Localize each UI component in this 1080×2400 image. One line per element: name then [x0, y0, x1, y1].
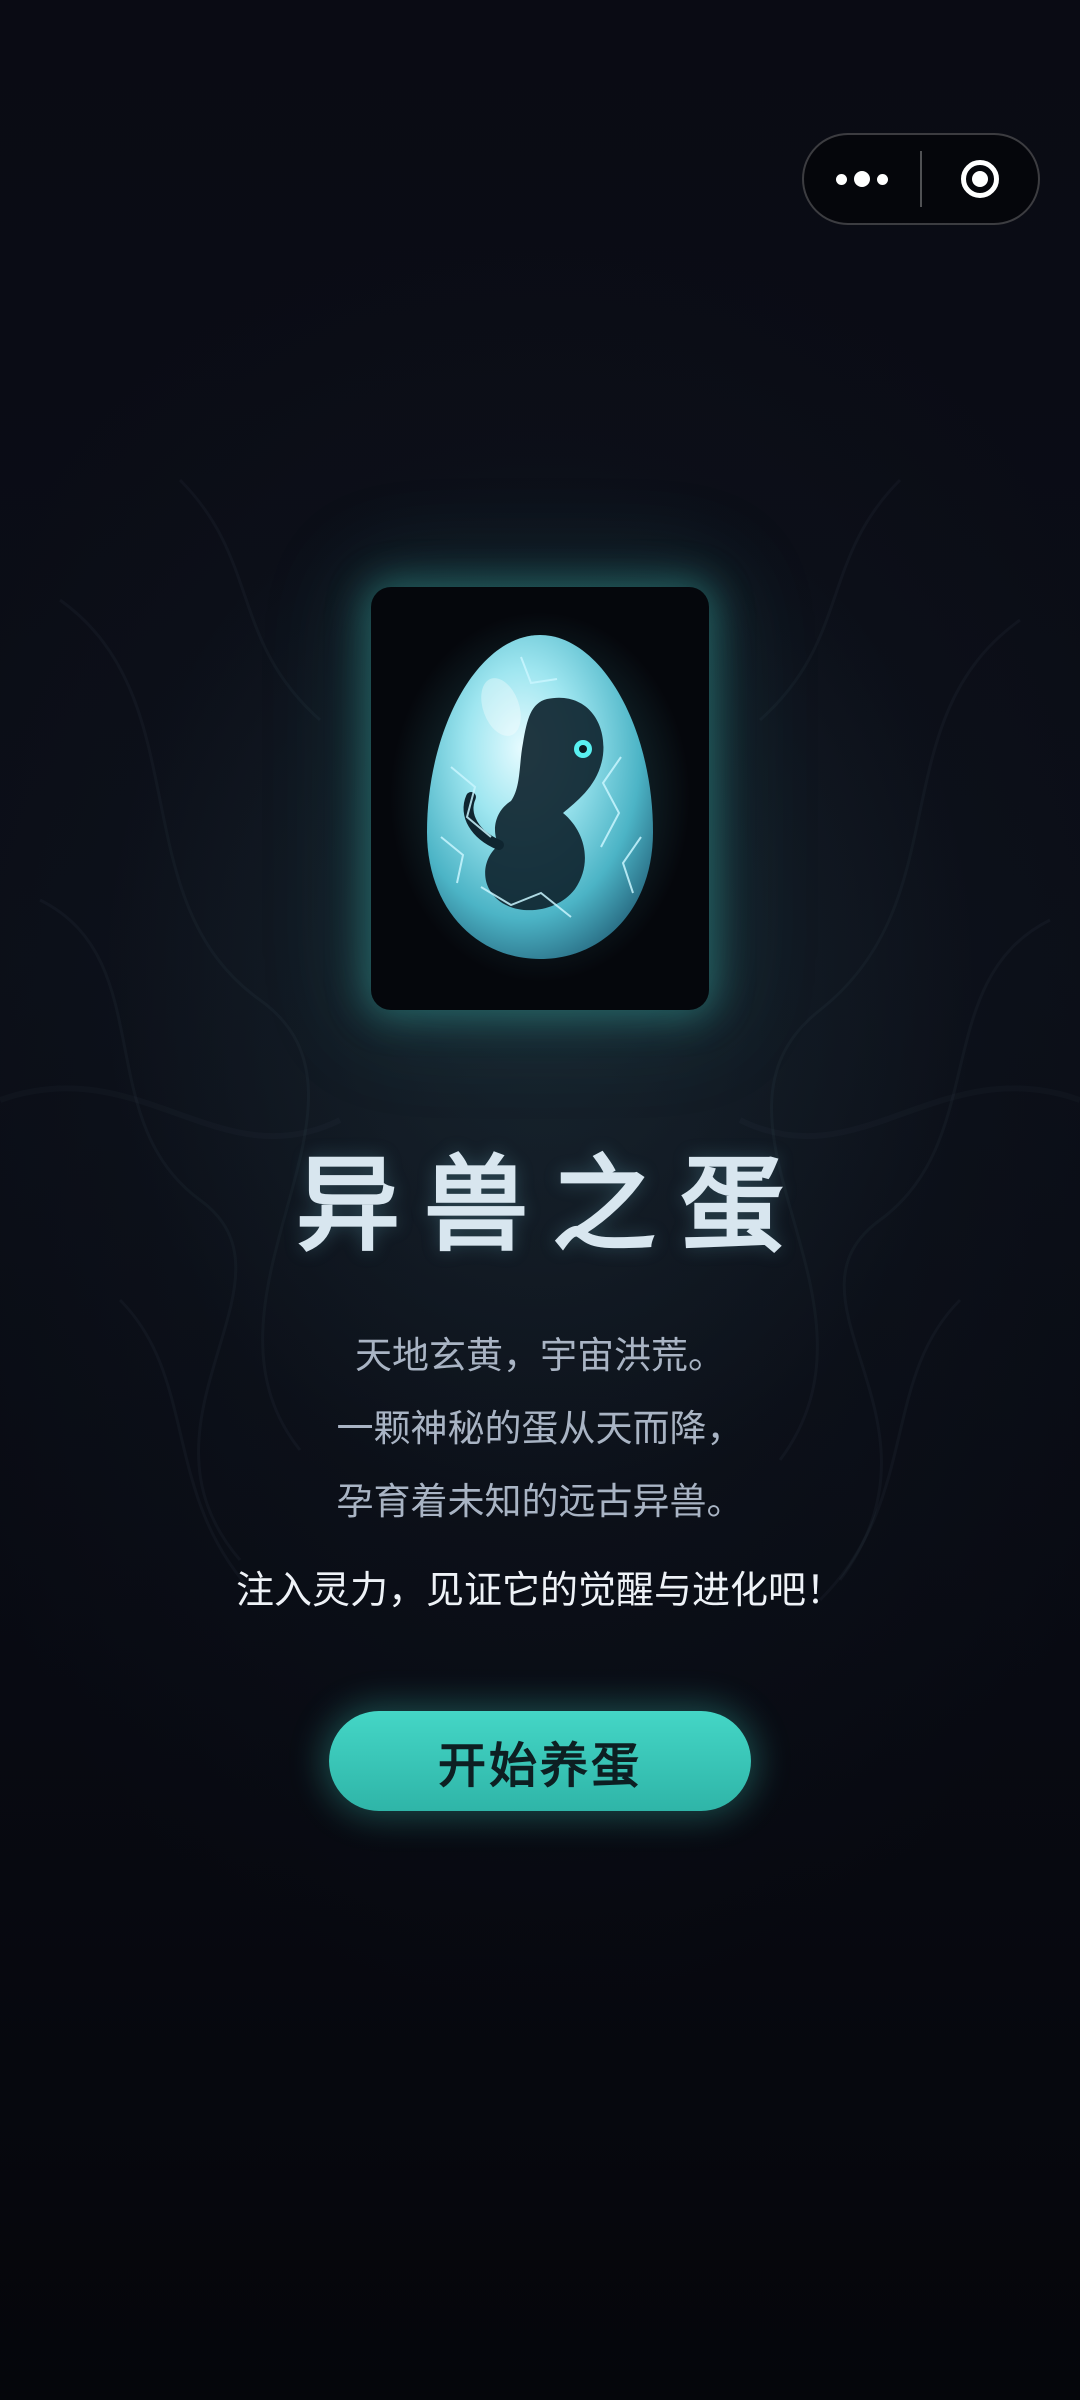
egg-image-card [371, 587, 709, 1010]
callout-text: 注入灵力，见证它的觉醒与进化吧！ [235, 1568, 844, 1612]
intro-line-3: 孕育着未知的远古异兽。 [336, 1480, 744, 1523]
intro-line-1: 天地玄黄，宇宙洪荒。 [355, 1334, 725, 1377]
start-button[interactable]: 开始养蛋 [329, 1711, 751, 1811]
more-dots-icon [836, 171, 888, 187]
target-close-icon [960, 160, 999, 198]
start-screen: 异兽之蛋 天地玄黄，宇宙洪荒。 一颗神秘的蛋从天而降， 孕育着未知的远古异兽。 … [0, 0, 1080, 2400]
close-button[interactable] [922, 135, 1038, 223]
page-title: 异兽之蛋 [295, 1144, 808, 1266]
menu-capsule [802, 133, 1040, 225]
intro-line-2: 一颗神秘的蛋从天而降， [336, 1407, 744, 1450]
egg-image [390, 612, 690, 982]
more-button[interactable] [804, 135, 920, 223]
